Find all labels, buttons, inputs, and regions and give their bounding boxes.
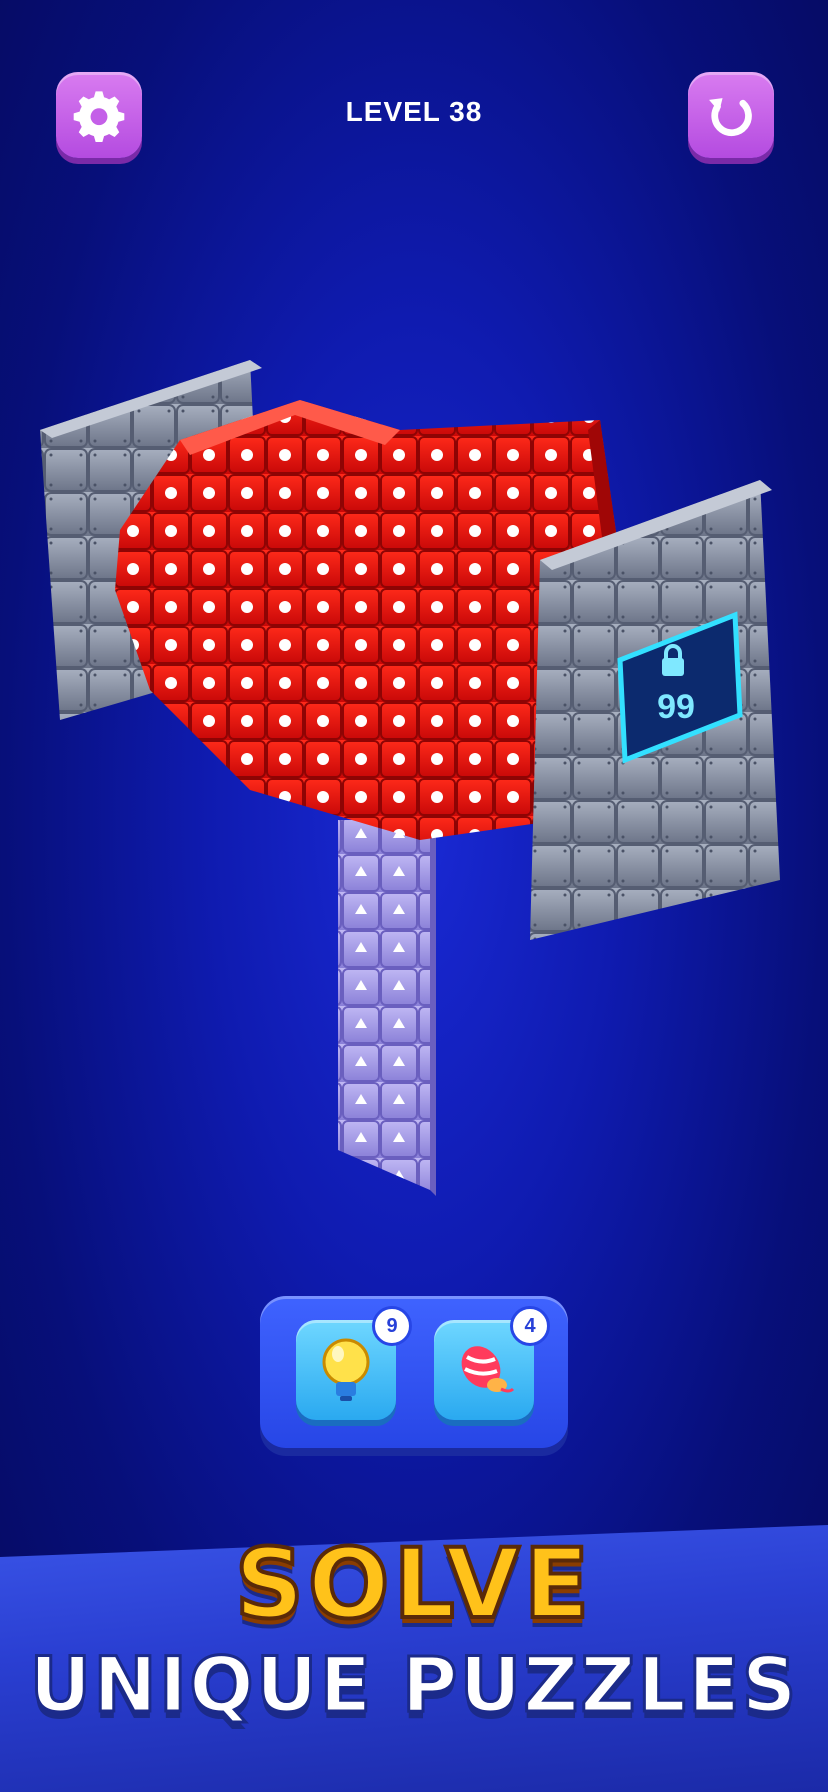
promo-headline: SOLVE <box>233 1526 594 1642</box>
hint-count-badge: 9 <box>372 1306 412 1346</box>
firework-count-badge: 4 <box>510 1306 550 1346</box>
lightbulb-icon <box>322 1338 370 1401</box>
firework-button[interactable]: 4 <box>434 1306 550 1420</box>
firework-icon <box>461 1346 515 1393</box>
puzzle-board[interactable]: 99 <box>0 360 828 1210</box>
lock-count: 99 <box>657 688 695 726</box>
restart-button[interactable] <box>688 72 774 158</box>
hint-button[interactable]: 9 <box>296 1306 412 1420</box>
promo-subheadline: UNIQUE PUZZLES <box>28 1639 799 1731</box>
powerup-panel: 9 4 <box>260 1296 568 1448</box>
restart-icon <box>709 98 752 137</box>
lavender-column-blocks[interactable] <box>338 820 436 1196</box>
